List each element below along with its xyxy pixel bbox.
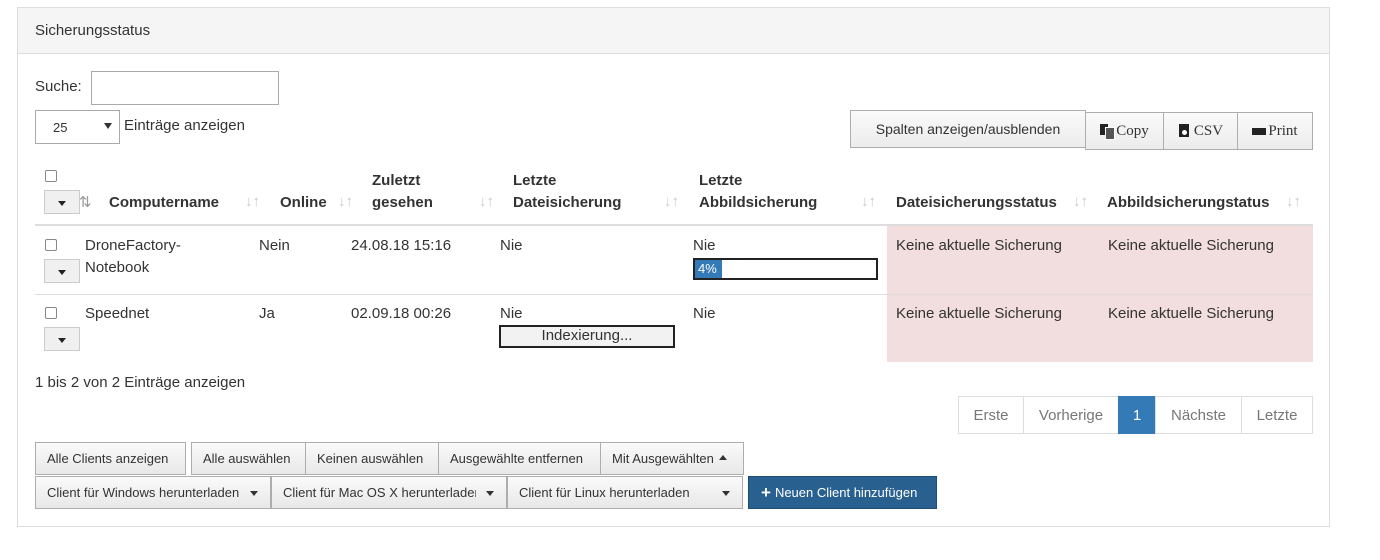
cell-last-seen: 02.09.18 00:26 bbox=[351, 305, 452, 322]
csv-button[interactable]: CSV bbox=[1163, 112, 1238, 150]
col-last-seen[interactable]: Zuletzt gesehen bbox=[372, 170, 433, 214]
select-all-checkbox[interactable] bbox=[45, 170, 57, 182]
row-divider bbox=[35, 294, 1313, 295]
col-image-status[interactable]: Abbildsicherungstatus bbox=[1107, 192, 1270, 214]
download-linux-label: Client für Linux herunterladen bbox=[519, 485, 690, 500]
panel-title: Sicherungsstatus bbox=[18, 8, 1329, 54]
download-mac-dropdown[interactable]: Client für Mac OS X herunterladen bbox=[271, 476, 507, 509]
column-visibility-label: Spalten anzeigen/ausblenden bbox=[875, 121, 1061, 137]
cell-computername: DroneFactory- Notebook bbox=[85, 235, 181, 279]
with-selected-dropdown[interactable]: Mit Ausgewählten bbox=[600, 442, 744, 475]
sort-icon[interactable]: ↓↑ bbox=[338, 193, 353, 210]
cell-online: Nein bbox=[259, 237, 290, 254]
print-label: Print bbox=[1268, 122, 1298, 139]
computername-line1: DroneFactory- bbox=[85, 237, 181, 254]
chevron-down-icon bbox=[104, 123, 112, 129]
download-windows-dropdown[interactable]: Client für Windows herunterladen bbox=[35, 476, 271, 509]
pagination-page-1[interactable]: 1 bbox=[1118, 396, 1156, 434]
sort-icon[interactable]: ↓↑ bbox=[861, 193, 876, 210]
row-dropdown-button[interactable] bbox=[44, 327, 80, 351]
search-label: Suche: bbox=[35, 78, 82, 95]
pagination-last[interactable]: Letzte bbox=[1241, 396, 1313, 434]
cell-image-backup: Nie bbox=[693, 237, 716, 254]
pagination-previous[interactable]: Vorherige bbox=[1023, 396, 1119, 434]
print-icon bbox=[1252, 124, 1268, 141]
csv-label: CSV bbox=[1193, 122, 1224, 139]
indexing-status: Indexierung... bbox=[499, 325, 675, 348]
col-image-backup[interactable]: Letzte Abbildsicherung bbox=[699, 170, 817, 214]
sort-asc-icon[interactable]: ⇅ bbox=[79, 193, 92, 211]
chevron-down-icon bbox=[250, 491, 258, 496]
col-file-backup[interactable]: Letzte Dateisicherung bbox=[513, 170, 621, 214]
csv-file-icon bbox=[1178, 124, 1192, 138]
page-length-label: Einträge anzeigen bbox=[124, 117, 245, 134]
pagination-first[interactable]: Erste bbox=[958, 396, 1024, 434]
col-image-backup-line2: Abbildsicherung bbox=[699, 194, 818, 211]
computername-line2: Notebook bbox=[85, 259, 150, 276]
cell-image-status: Keine aktuelle Sicherung bbox=[1108, 305, 1274, 322]
chevron-down-icon bbox=[486, 491, 494, 496]
col-file-backup-line2: Dateisicherung bbox=[513, 194, 622, 211]
cell-image-status: Keine aktuelle Sicherung bbox=[1108, 237, 1274, 254]
column-visibility-button[interactable]: Spalten anzeigen/ausblenden bbox=[850, 110, 1086, 148]
pagination-next[interactable]: Nächste bbox=[1155, 396, 1242, 434]
chevron-up-icon bbox=[718, 455, 727, 460]
sort-icon[interactable]: ↓↑ bbox=[1286, 193, 1301, 210]
page-length-select[interactable]: 25 bbox=[35, 110, 120, 144]
show-all-clients-label: Alle Clients anzeigen bbox=[47, 451, 169, 466]
row-checkbox[interactable] bbox=[45, 239, 57, 251]
copy-button[interactable]: Copy bbox=[1085, 112, 1164, 150]
cell-online: Ja bbox=[259, 305, 275, 322]
cell-file-backup: Nie bbox=[500, 305, 523, 322]
select-all-button[interactable]: Alle auswählen bbox=[191, 442, 306, 475]
copy-label: Copy bbox=[1116, 122, 1149, 139]
col-last-seen-line2: gesehen bbox=[372, 194, 433, 211]
copy-icon bbox=[1100, 124, 1116, 140]
bulk-dropdown-button[interactable] bbox=[44, 190, 80, 214]
table-info: 1 bis 2 von 2 Einträge anzeigen bbox=[35, 374, 246, 391]
remove-selected-label: Ausgewählte entfernen bbox=[450, 451, 583, 466]
sort-icon[interactable]: ↓↑ bbox=[479, 193, 494, 210]
search-input[interactable] bbox=[91, 71, 279, 105]
remove-selected-button[interactable]: Ausgewählte entfernen bbox=[438, 442, 601, 475]
cell-file-status: Keine aktuelle Sicherung bbox=[896, 305, 1062, 322]
add-client-button[interactable]: + Neuen Client hinzufügen bbox=[748, 476, 937, 509]
cell-computername: Speednet bbox=[85, 305, 150, 322]
show-all-clients-button[interactable]: Alle Clients anzeigen bbox=[35, 442, 186, 475]
image-backup-progress: 4% bbox=[693, 258, 878, 280]
cell-file-backup: Nie bbox=[500, 237, 523, 254]
select-none-label: Keinen auswählen bbox=[317, 451, 424, 466]
sort-icon[interactable]: ↓↑ bbox=[664, 193, 679, 210]
progress-fill: 4% bbox=[695, 260, 723, 278]
col-image-backup-line1: Letzte bbox=[699, 172, 743, 189]
download-mac-label: Client für Mac OS X herunterladen bbox=[283, 485, 476, 500]
row-checkbox[interactable] bbox=[45, 307, 57, 319]
select-all-label: Alle auswählen bbox=[203, 451, 291, 466]
plus-icon: + bbox=[761, 482, 771, 502]
sort-icon[interactable]: ↓↑ bbox=[245, 193, 260, 210]
col-file-backup-line1: Letzte bbox=[513, 172, 557, 189]
page-length-value: 25 bbox=[53, 120, 68, 135]
sort-icon[interactable]: ↓↑ bbox=[1073, 193, 1088, 210]
with-selected-label: Mit Ausgewählten bbox=[612, 451, 714, 466]
col-file-status[interactable]: Dateisicherungsstatus bbox=[896, 192, 1057, 214]
col-computername[interactable]: Computername bbox=[109, 192, 219, 214]
row-dropdown-button[interactable] bbox=[44, 259, 80, 283]
col-online[interactable]: Online bbox=[280, 192, 327, 214]
cell-last-seen: 24.08.18 15:16 bbox=[351, 237, 452, 254]
cell-file-status: Keine aktuelle Sicherung bbox=[896, 237, 1062, 254]
download-linux-dropdown[interactable]: Client für Linux herunterladen bbox=[507, 476, 743, 509]
select-none-button[interactable]: Keinen auswählen bbox=[305, 442, 439, 475]
download-windows-label: Client für Windows herunterladen bbox=[47, 485, 240, 500]
backup-status-panel: Sicherungsstatus Suche: 25 Einträge anze… bbox=[17, 7, 1330, 527]
col-last-seen-line1: Zuletzt bbox=[372, 172, 421, 189]
add-client-label: Neuen Client hinzufügen bbox=[774, 485, 918, 500]
chevron-down-icon bbox=[722, 491, 730, 496]
cell-image-backup: Nie bbox=[693, 305, 716, 322]
print-button[interactable]: Print bbox=[1237, 112, 1313, 150]
